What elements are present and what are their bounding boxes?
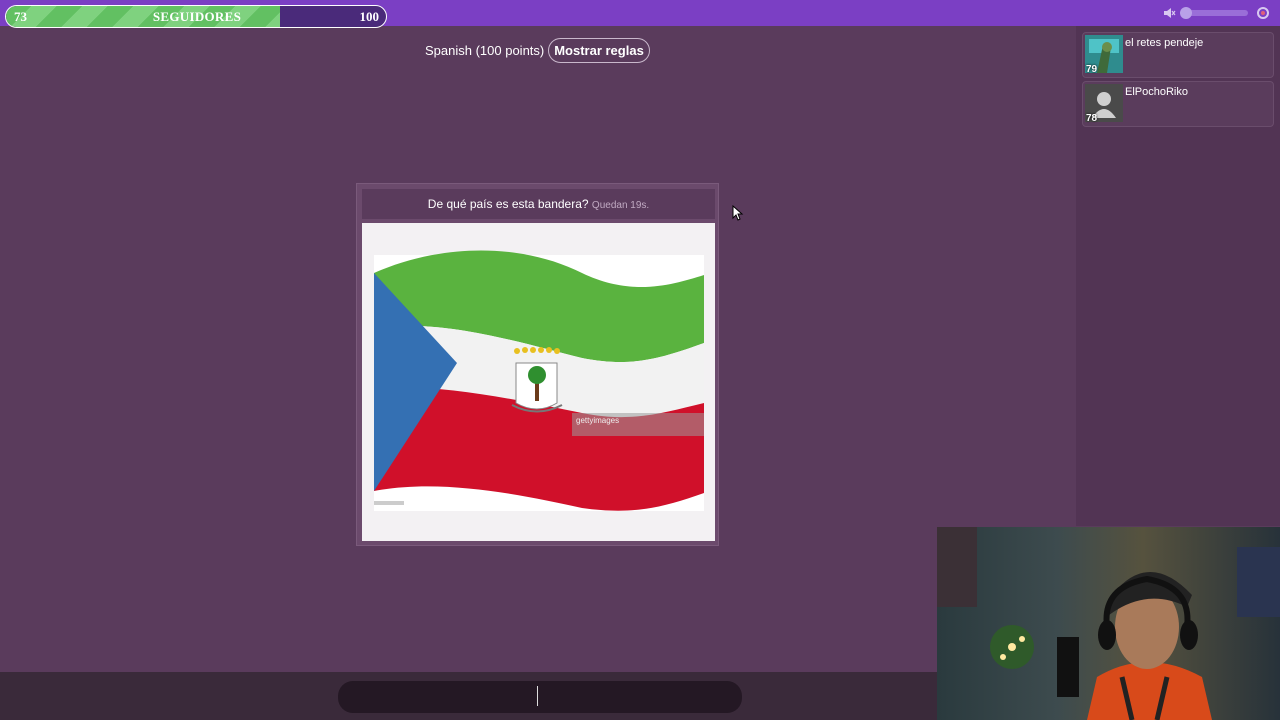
- top-right-controls: [1162, 5, 1270, 21]
- question-text: De qué país es esta bandera?: [427, 197, 589, 211]
- watermark-text: gettyimages: [576, 416, 619, 425]
- volume-slider-knob[interactable]: [1180, 7, 1192, 19]
- player-score: 79: [1086, 64, 1098, 75]
- text-caret: [537, 686, 538, 706]
- game-mode-label: Spanish (100 points): [425, 43, 545, 58]
- top-bar: SEGUIDORES 73 100: [0, 0, 1280, 28]
- time-left: Quedan 19s.: [591, 200, 650, 211]
- settings-icon[interactable]: [1256, 6, 1270, 20]
- player-score: 78: [1086, 113, 1098, 124]
- player-card[interactable]: 78 ElPochoRiko: [1082, 81, 1274, 127]
- players-panel: 79 el retes pendeje 78 ElPochoRiko: [1076, 26, 1280, 526]
- question-header: De qué país es esta bandera? Quedan 19s.: [362, 189, 715, 219]
- followers-level-goal: 100: [359, 9, 380, 24]
- mouse-cursor-icon: [732, 205, 744, 221]
- player-name: el retes pendeje: [1125, 37, 1204, 49]
- answer-input[interactable]: [338, 681, 742, 713]
- player-card[interactable]: 79 el retes pendeje: [1082, 32, 1274, 78]
- mute-icon[interactable]: [1162, 6, 1176, 20]
- flag-image: gettyimages: [362, 223, 715, 541]
- player-name: ElPochoRiko: [1125, 86, 1188, 98]
- webcam-overlay: [937, 527, 1280, 720]
- followers-title: SEGUIDORES: [152, 9, 242, 24]
- webcam-streamer-icon: [937, 527, 1280, 720]
- question-card: De qué país es esta bandera? Quedan 19s.…: [356, 183, 719, 546]
- equatorial-guinea-flag-icon: gettyimages: [374, 250, 704, 511]
- volume-slider[interactable]: [1180, 7, 1248, 19]
- show-rules-button[interactable]: Mostrar reglas: [548, 38, 650, 63]
- followers-progress-bar: SEGUIDORES 73 100: [5, 5, 387, 28]
- followers-level-current: 73: [14, 9, 27, 24]
